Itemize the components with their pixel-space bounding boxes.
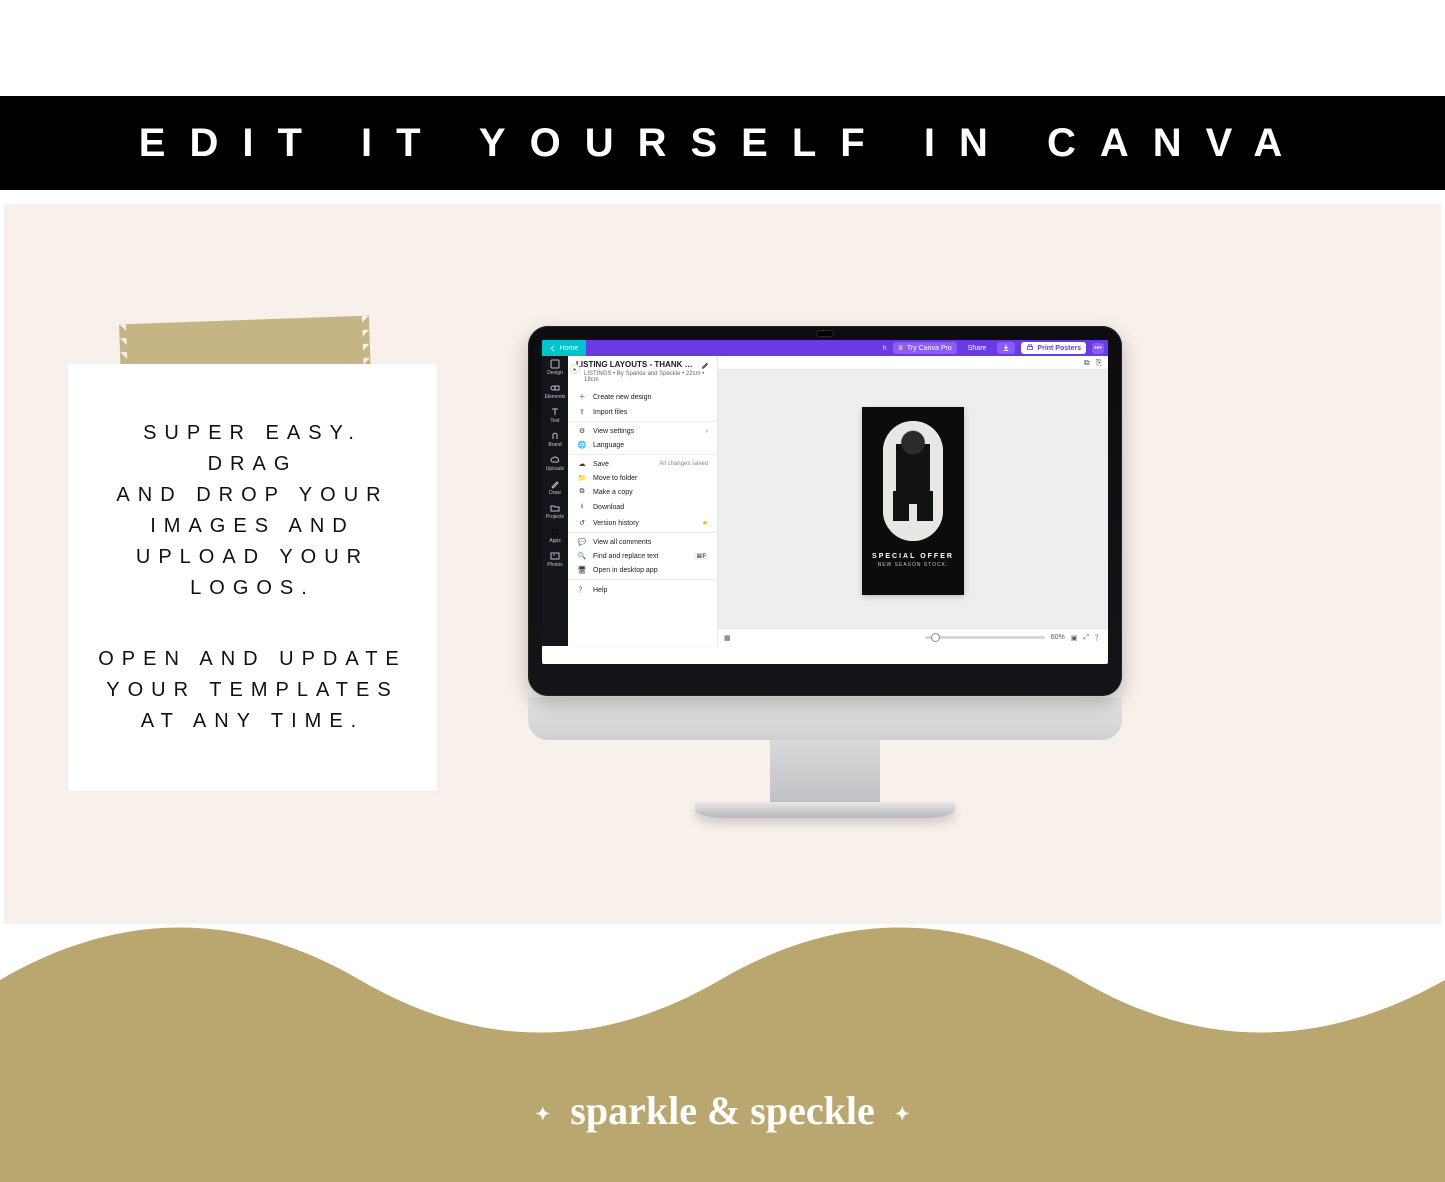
instructions-p2: OPEN AND UPDATE YOUR TEMPLATES AT ANY TI… xyxy=(98,644,407,737)
download-icon xyxy=(1002,344,1010,352)
arch-image xyxy=(883,421,943,541)
rail-apps[interactable]: Apps xyxy=(542,524,568,548)
pencil-icon xyxy=(550,479,560,489)
help-icon: ？ xyxy=(577,585,587,595)
menu-open-desktop[interactable]: 🖥Open in desktop app xyxy=(568,563,717,577)
globe-icon: 🌐 xyxy=(577,441,587,449)
imac-camera xyxy=(817,331,833,336)
menu-save[interactable]: ☁SaveAll changes saved xyxy=(568,457,717,471)
try-pro-label: Try Canva Pro xyxy=(907,345,952,352)
more-icon: ••• xyxy=(1094,345,1101,352)
edit-title-icon[interactable] xyxy=(701,361,709,369)
artboard[interactable]: SPECIAL OFFER NEW SEASON STOCK. xyxy=(862,407,964,595)
instructions-card: SUPER EASY. DRAG AND DROP YOUR IMAGES AN… xyxy=(68,364,437,791)
fullscreen-icon[interactable]: ⤢ xyxy=(1083,634,1089,642)
chevron-right-icon: › xyxy=(706,428,708,435)
brand-icon xyxy=(550,431,560,441)
menu-language[interactable]: 🌐Language xyxy=(568,438,717,452)
footer-wave: sparkle & speckle xyxy=(0,870,1445,1182)
copy-tool-icon[interactable]: ⧉ xyxy=(1084,358,1090,368)
rail-elements[interactable]: Elements xyxy=(542,380,568,404)
artboard-headline: SPECIAL OFFER xyxy=(872,553,954,560)
brand-logo: sparkle & speckle xyxy=(0,1087,1445,1134)
menu-download[interactable]: ⭳Download xyxy=(568,499,717,516)
comment-icon: 💬 xyxy=(577,538,587,546)
copy-icon: ⧉ xyxy=(577,488,587,496)
desktop-icon: 🖥 xyxy=(577,566,587,574)
imac-mockup: Home h ♛ Try Canva Pro Share xyxy=(528,326,1122,830)
text-icon xyxy=(550,407,560,417)
cloud-icon xyxy=(550,455,560,465)
brand-text: sparkle & speckle xyxy=(570,1088,874,1133)
crown-icon: ♛ xyxy=(898,344,904,352)
printer-icon xyxy=(1026,344,1034,352)
share-label: Share xyxy=(968,345,987,352)
file-menu-panel: LISTING LAYOUTS - THANK … LISTINGS • By … xyxy=(568,356,718,646)
find-shortcut: ⌘F xyxy=(694,553,708,560)
print-label: Print Posters xyxy=(1037,345,1081,352)
rail-design[interactable]: Design xyxy=(542,356,568,380)
home-label: Home xyxy=(560,345,579,352)
save-status: All changes saved xyxy=(659,461,708,467)
search-icon: 🔍 xyxy=(577,552,587,560)
rail-photos[interactable]: Photos xyxy=(542,548,568,572)
elements-icon xyxy=(550,383,560,393)
home-button[interactable]: Home xyxy=(542,340,586,356)
model-placeholder xyxy=(883,421,943,541)
print-posters-button[interactable]: Print Posters xyxy=(1021,342,1086,354)
canvas-footer: ▦ 60% ▣ ⤢ ？ xyxy=(718,628,1108,646)
menu-create-new-design[interactable]: ＋Create new design xyxy=(568,389,717,405)
design-icon xyxy=(550,359,560,369)
try-canva-pro-button[interactable]: ♛ Try Canva Pro xyxy=(893,342,957,354)
canva-topbar: Home h ♛ Try Canva Pro Share xyxy=(542,340,1108,356)
cloud-check-icon: ☁ xyxy=(577,460,587,468)
plus-icon: ＋ xyxy=(577,392,587,402)
gear-icon: ⚙ xyxy=(577,427,587,435)
zoom-slider[interactable] xyxy=(925,636,1045,639)
share-button[interactable]: Share xyxy=(963,343,992,354)
grid-view-icon[interactable]: ▣ xyxy=(1071,634,1078,642)
history-icon: ↺ xyxy=(577,519,587,527)
download-icon: ⭳ xyxy=(577,502,587,513)
help-bubble-icon[interactable]: ？ xyxy=(1095,633,1102,643)
canvas-toolbar: ⧉ ⎘ xyxy=(718,356,1108,370)
rail-draw[interactable]: Draw xyxy=(542,476,568,500)
folder-icon xyxy=(550,503,560,513)
file-badge-icon[interactable]: ▸ xyxy=(570,364,580,374)
chevron-left-icon xyxy=(550,345,557,352)
menu-help[interactable]: ？Help xyxy=(568,582,717,598)
rail-projects[interactable]: Projects xyxy=(542,500,568,524)
rail-uploads[interactable]: Uploads xyxy=(542,452,568,476)
menu-find-replace[interactable]: 🔍Find and replace text⌘F xyxy=(568,549,717,563)
duplicate-tool-icon[interactable]: ⎘ xyxy=(1096,358,1102,368)
instructions-p1: SUPER EASY. DRAG AND DROP YOUR IMAGES AN… xyxy=(94,418,411,604)
photos-icon xyxy=(550,551,560,561)
doc-subtitle: LISTINGS • By Sparkle and Speckle • 22cm… xyxy=(568,371,717,387)
canva-app: Home h ♛ Try Canva Pro Share xyxy=(542,340,1108,664)
artboard-subline: NEW SEASON STOCK. xyxy=(878,562,949,568)
rail-brand[interactable]: Brand xyxy=(542,428,568,452)
resize-handle[interactable]: h xyxy=(883,345,887,352)
menu-view-settings[interactable]: ⚙View settings› xyxy=(568,424,717,438)
canvas-area[interactable]: ⧉ ⎘ SPECIAL OFFER NEW SEASON STOCK. xyxy=(718,356,1108,646)
more-button[interactable]: ••• xyxy=(1092,343,1104,354)
menu-import-files[interactable]: ⇪Import files xyxy=(568,405,717,419)
side-rail: Design Elements Text Brand Uploads Draw … xyxy=(542,356,568,646)
import-icon: ⇪ xyxy=(577,408,587,416)
download-top-button[interactable] xyxy=(997,342,1015,354)
notes-icon[interactable]: ▦ xyxy=(724,634,731,642)
headline-text: EDIT IT YOURSELF IN CANVA xyxy=(139,121,1306,166)
menu-move-to-folder[interactable]: 📁Move to folder xyxy=(568,471,717,485)
folder-move-icon: 📁 xyxy=(577,474,587,482)
pro-star-icon: ★ xyxy=(702,519,708,527)
rail-text[interactable]: Text xyxy=(542,404,568,428)
menu-make-a-copy[interactable]: ⧉Make a copy xyxy=(568,485,717,499)
menu-version-history[interactable]: ↺Version history★ xyxy=(568,516,717,530)
headline-banner: EDIT IT YOURSELF IN CANVA xyxy=(0,96,1445,190)
menu-view-all-comments[interactable]: 💬View all comments xyxy=(568,535,717,549)
zoom-value: 60% xyxy=(1051,634,1065,641)
doc-title[interactable]: LISTING LAYOUTS - THANK … xyxy=(576,360,697,369)
apps-icon xyxy=(550,527,560,537)
